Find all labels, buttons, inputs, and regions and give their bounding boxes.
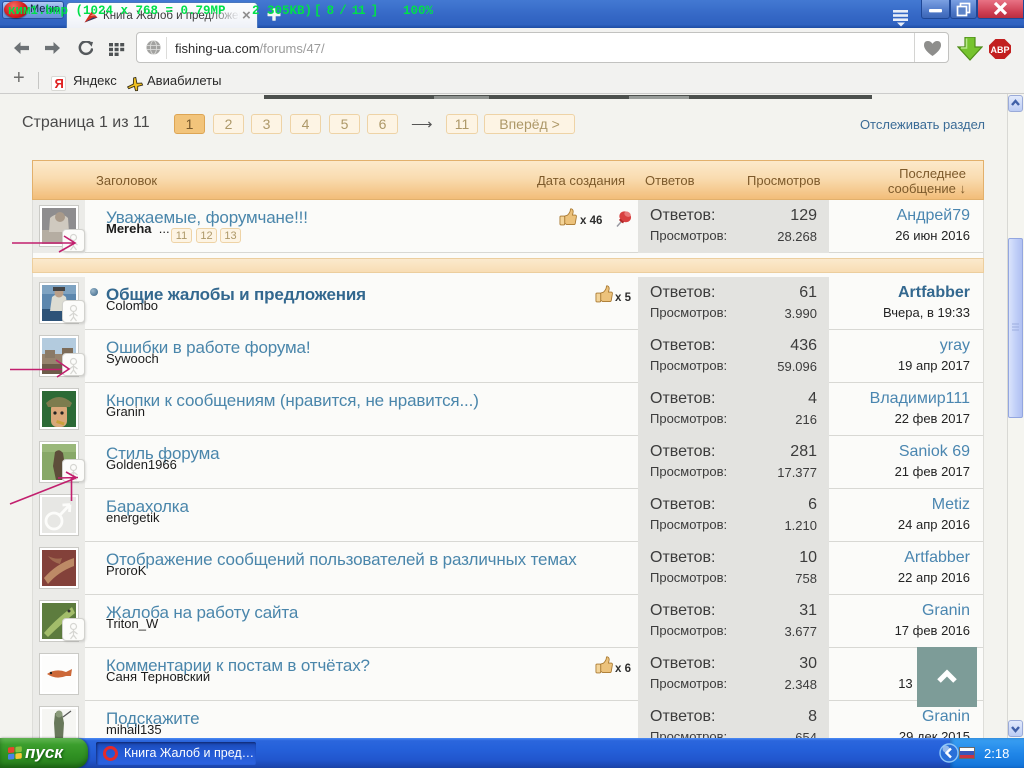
svg-text:ABP: ABP [990,45,1009,55]
